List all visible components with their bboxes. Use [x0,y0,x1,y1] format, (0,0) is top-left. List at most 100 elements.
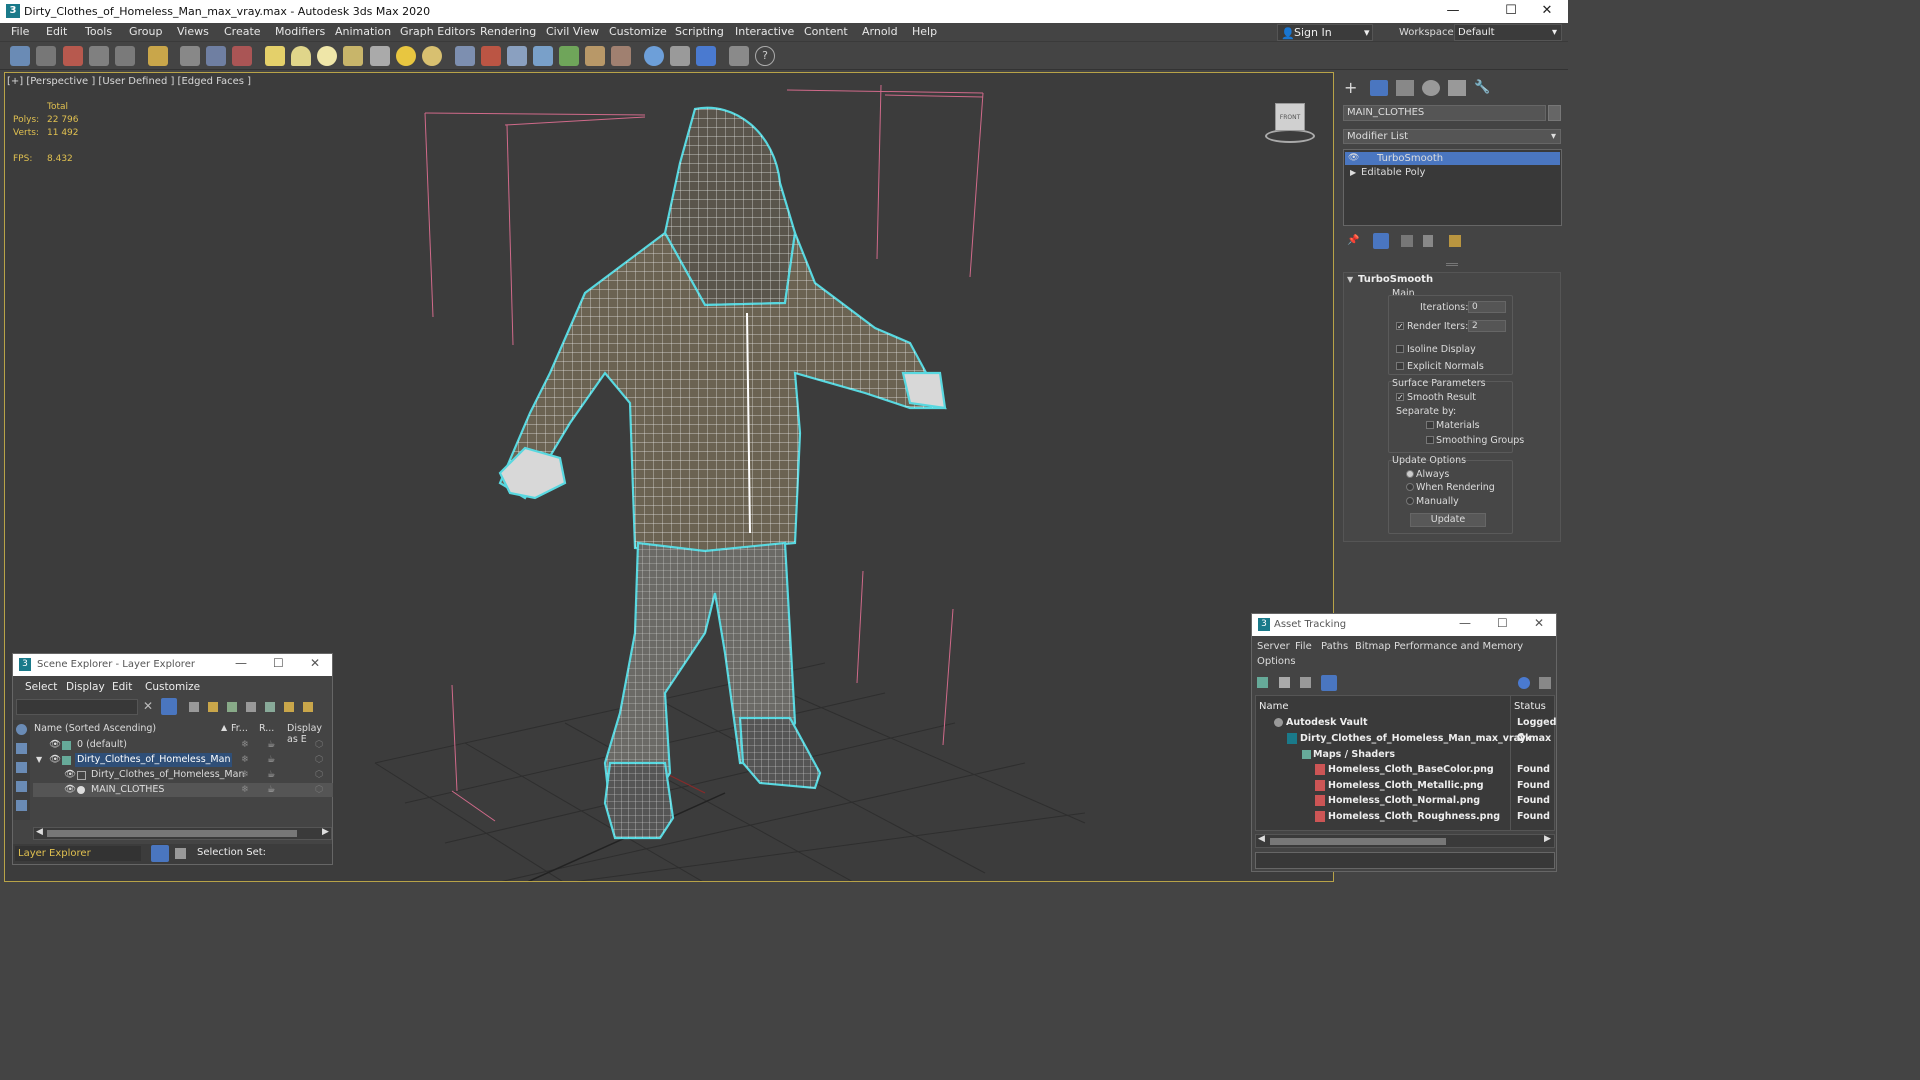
col-frozen-header[interactable]: Fr... [231,723,248,734]
sky-light-icon[interactable] [422,46,442,66]
layers-icon[interactable] [265,702,275,712]
asset-row[interactable]: Dirty_Clothes_of_Homeless_Man_max_vray.m… [1255,731,1554,746]
scroll-left-icon[interactable]: ◀ [1258,834,1265,844]
sun-light-icon[interactable] [396,46,416,66]
menu-scripting[interactable]: Scripting [675,25,724,38]
freeze-icon[interactable]: ❄ [241,768,249,782]
at-menu-options[interactable]: Options [1257,656,1296,667]
scroll-thumb[interactable] [1270,838,1446,845]
display-box-icon[interactable]: ⬡ [315,738,323,752]
geometry-filter-icon[interactable] [16,743,27,754]
layer-row[interactable]: ▼ 👁 Dirty_Clothes_of_Homeless_Man ❄ ☕ ⬡ [33,753,333,767]
menu-create[interactable]: Create [224,25,261,38]
scale-icon[interactable] [232,46,252,66]
selection-filter-icon[interactable] [148,46,168,66]
select-object-icon[interactable] [180,46,200,66]
se-menu-customize[interactable]: Customize [145,681,200,693]
workspaces-select[interactable]: Default ▾ [1454,24,1562,41]
sphere-icon[interactable] [317,46,337,66]
menu-content[interactable]: Content [804,25,848,38]
menu-arnold[interactable]: Arnold [862,25,898,38]
configure-modifier-sets-icon[interactable] [1449,235,1461,247]
se-menu-edit[interactable]: Edit [112,681,132,693]
splitter-handle[interactable] [1446,263,1458,266]
rollout-title[interactable]: TurboSmooth [1358,274,1433,285]
render-teapot-icon[interactable]: ☕ [267,753,276,767]
render-teapot-icon[interactable]: ☕ [267,783,276,797]
freeze-icon[interactable]: ❄ [241,738,249,752]
object-color-swatch[interactable] [1548,105,1561,121]
list-view-icon[interactable] [1279,677,1290,688]
collapse-arrow-icon[interactable]: ▼ [1347,275,1353,284]
help-icon[interactable]: ? [755,46,775,66]
highlight-icon[interactable] [284,702,294,712]
eye-icon[interactable]: 👁 [64,768,76,782]
viewcube-face[interactable]: FRONT [1275,103,1305,131]
asset-row[interactable]: Homeless_Cloth_Metallic.png Found [1255,778,1554,793]
viewcube[interactable]: FRONT [1259,101,1319,143]
scroll-left-icon[interactable]: ◀ [36,827,43,837]
box-icon[interactable] [265,46,285,66]
render-iters-spinner[interactable]: 2 [1468,320,1506,332]
materials-checkbox[interactable] [1426,421,1434,429]
menu-interactive[interactable]: Interactive [735,25,794,38]
stack-item-turbosmooth[interactable]: 👁 TurboSmooth [1345,152,1560,165]
thumbnail-view-icon[interactable] [1300,677,1311,688]
scroll-right-icon[interactable]: ▶ [322,827,329,837]
sync-selection-icon[interactable] [303,702,313,712]
lock-icon[interactable] [189,702,199,712]
menu-graph-editors[interactable]: Graph Editors [400,25,476,38]
sign-in-dropdown[interactable]: 👤 Sign In ▾ [1277,24,1373,41]
isoline-checkbox[interactable] [1396,345,1404,353]
minimize-button[interactable]: — [1459,616,1471,630]
manually-radio[interactable] [1406,497,1414,505]
stack-item-editable-poly[interactable]: ▶ Editable Poly [1345,166,1560,179]
se-menu-select[interactable]: Select [25,681,57,693]
at-path-field[interactable] [1255,852,1555,869]
menu-tools[interactable]: Tools [85,25,112,38]
modify-tab-icon[interactable] [1370,80,1388,96]
fur-icon[interactable] [533,46,553,66]
col-name-header[interactable]: Name [1259,701,1289,712]
minimize-button[interactable]: — [1430,0,1476,23]
object-name-field[interactable]: MAIN_CLOTHES [1343,105,1546,121]
collapse-arrow-icon[interactable]: ▼ [36,753,42,767]
scroll-thumb[interactable] [47,830,297,837]
smoothing-groups-checkbox[interactable] [1426,436,1434,444]
display-box-icon[interactable]: ⬡ [315,753,323,767]
particle-icon[interactable] [507,46,527,66]
freeze-icon[interactable]: ❄ [241,753,249,767]
add-to-layer-icon[interactable] [227,702,237,712]
asset-row[interactable]: Homeless_Cloth_Normal.png Found [1255,793,1554,808]
freeze-icon[interactable]: ❄ [241,783,249,797]
display-box-icon[interactable]: ⬡ [315,783,323,797]
refresh-icon[interactable] [1257,677,1268,688]
maximize-button[interactable]: ☐ [1497,616,1508,630]
at-menu-file[interactable]: File [1295,641,1312,652]
col-render-header[interactable]: R... [259,723,274,734]
cone-icon[interactable] [370,46,390,66]
utilities-tab-wrench-icon[interactable]: 🔧 [1474,80,1492,96]
menu-animation[interactable]: Animation [335,25,391,38]
object-row[interactable]: 👁 Dirty_Clothes_of_Homeless_Man ❄ ☕ ⬡ [33,768,333,782]
explorer-type-dropdown[interactable]: Layer Explorer [15,846,141,861]
menu-rendering[interactable]: Rendering [480,25,536,38]
render-teapot-icon[interactable]: ☕ [267,768,276,782]
close-button[interactable]: ✕ [310,656,320,670]
render-teapot-icon[interactable]: ☕ [267,738,276,752]
menu-modifiers[interactable]: Modifiers [275,25,325,38]
at-menu-paths[interactable]: Paths [1321,641,1348,652]
layer-row[interactable]: 👁 0 (default) ❄ ☕ ⬡ [33,738,333,752]
asset-tracking-titlebar[interactable]: 3 Asset Tracking — ☐ ✕ [1252,614,1556,636]
menu-views[interactable]: Views [177,25,209,38]
maximize-button[interactable]: ☐ [273,656,284,670]
asset-row[interactable]: Autodesk Vault Logged C [1255,715,1556,743]
teapot-icon[interactable] [343,46,363,66]
at-menu-bitmap[interactable]: Bitmap Performance and Memory [1355,641,1523,652]
render-iters-checkbox[interactable]: ✓ [1396,322,1404,331]
close-button[interactable]: ✕ [1534,616,1544,630]
display-tab-icon[interactable] [1448,80,1466,96]
col-status-header[interactable]: Status [1514,701,1546,712]
minimize-button[interactable]: — [235,656,247,670]
bind-space-warp-icon[interactable] [115,46,135,66]
